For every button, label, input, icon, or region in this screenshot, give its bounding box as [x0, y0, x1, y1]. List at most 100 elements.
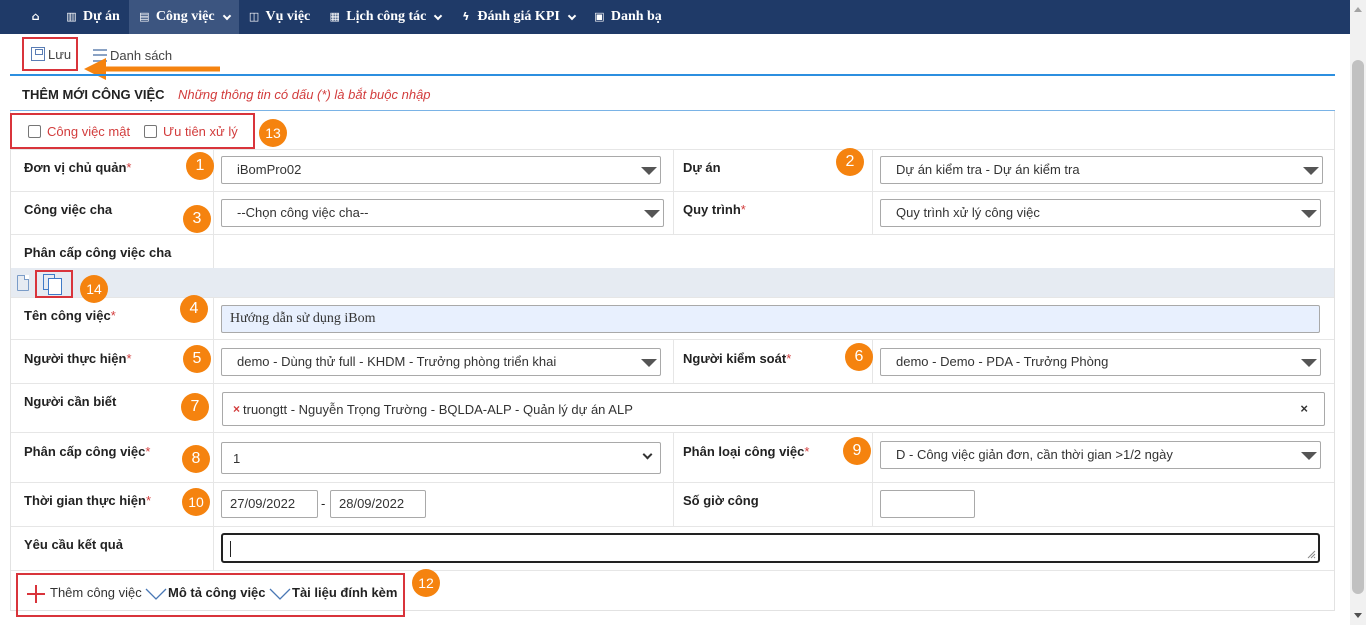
parent-task-value: --Chọn công việc cha--: [237, 205, 369, 220]
annotation-badge: 10: [182, 488, 210, 516]
task-level-label: Phân cấp công việc*: [24, 444, 151, 459]
dropdown-arrow-icon: [1303, 167, 1319, 175]
resize-grip-icon[interactable]: [1306, 549, 1316, 559]
unit-value: iBomPro02: [237, 162, 302, 177]
clipboard-icon: ▤: [139, 10, 150, 23]
nav-schedule[interactable]: ▦ Lịch công tác: [319, 0, 450, 34]
process-select[interactable]: Quy trình xử lý công việc: [880, 199, 1321, 227]
nav-label: Dự án: [83, 9, 120, 24]
assignee-value: demo - Dùng thử full - KHDM - Trưởng phò…: [237, 354, 557, 369]
annotation-badge: 7: [181, 393, 209, 421]
start-date-input[interactable]: 27/09/2022: [221, 490, 318, 518]
nav-label: Vụ việc: [265, 9, 311, 24]
bolt-icon: ϟ: [462, 10, 470, 23]
annotation-badge: 9: [843, 437, 871, 465]
attachments-tab[interactable]: Tài liệu đính kèm: [292, 585, 397, 600]
checkbox-box[interactable]: [144, 125, 157, 138]
row-divider: [11, 383, 1334, 384]
task-type-select[interactable]: D - Công việc giản đơn, cần thời gian >1…: [880, 441, 1321, 469]
description-tab[interactable]: Mô tả công việc: [168, 585, 266, 600]
task-type-label: Phân loại công việc*: [683, 444, 810, 459]
col-divider: [872, 432, 873, 526]
annotation-badge: 3: [183, 205, 211, 233]
task-name-label: Tên công việc*: [24, 308, 116, 323]
home-icon: ⌂: [31, 10, 40, 23]
assignee-select[interactable]: demo - Dùng thử full - KHDM - Trưởng phò…: [221, 348, 661, 376]
parent-level-label: Phân cấp công việc cha: [24, 245, 172, 260]
nav-contacts[interactable]: ▣ Danh bạ: [584, 0, 671, 34]
checkbox-box[interactable]: [28, 125, 41, 138]
watchers-multiselect[interactable]: × truongtt - Nguyễn Trọng Trường - BQLDA…: [222, 392, 1325, 426]
annotation-badge: 8: [182, 445, 210, 473]
parent-task-select[interactable]: --Chọn công việc cha--: [221, 199, 664, 227]
scroll-down-icon[interactable]: [1354, 613, 1362, 618]
annotation-badge: 6: [845, 343, 873, 371]
controller-value: demo - Demo - PDA - Trưởng Phòng: [896, 354, 1109, 369]
annotation-badge: 4: [180, 295, 208, 323]
controller-select[interactable]: demo - Demo - PDA - Trưởng Phòng: [880, 348, 1321, 376]
hours-input[interactable]: [880, 490, 975, 518]
page-root: ⌂ ▥ Dự án ▤ Công việc ◫ Vụ việc ▦ Lịch công …: [0, 0, 1366, 625]
add-task-link[interactable]: Thêm công việc: [50, 585, 142, 600]
nav-home[interactable]: ⌂: [20, 0, 56, 34]
chart-icon: ▥: [66, 10, 77, 23]
save-button[interactable]: Lưu: [22, 37, 78, 71]
nav-label: Danh bạ: [610, 9, 662, 24]
vertical-scrollbar[interactable]: [1350, 0, 1366, 625]
date-separator: -: [321, 496, 326, 511]
required-note: Những thông tin có dấu (*) là bắt buộc n…: [178, 87, 431, 102]
unit-select[interactable]: iBomPro02: [221, 156, 661, 184]
annotation-badge: 12: [412, 569, 440, 597]
nav-tasks[interactable]: ▤ Công việc: [128, 0, 239, 34]
chevron-down-icon[interactable]: [145, 588, 167, 600]
result-textarea[interactable]: [221, 533, 1320, 563]
confidential-checkbox[interactable]: Công việc mật: [28, 124, 130, 139]
col-divider: [213, 297, 214, 570]
row-divider: [11, 234, 1334, 235]
chevron-down-icon[interactable]: [269, 588, 291, 600]
nav-projects[interactable]: ▥ Dự án: [56, 0, 129, 34]
col-divider: [673, 432, 674, 526]
form-title: THÊM MỚI CÔNG VIỆC: [22, 87, 165, 102]
plus-icon[interactable]: [27, 585, 45, 603]
time-label: Thời gian thực hiện*: [24, 493, 151, 508]
nav-kpi[interactable]: ϟ Đánh giá KPI: [450, 0, 583, 34]
annotation-badge: 5: [183, 345, 211, 373]
scroll-thumb[interactable]: [1352, 60, 1364, 594]
copy-icon[interactable]: [43, 274, 62, 295]
project-select[interactable]: Dự án kiểm tra - Dự án kiểm tra: [880, 156, 1323, 184]
priority-checkbox[interactable]: Ưu tiên xử lý: [144, 124, 238, 139]
dropdown-arrow-icon: [1301, 210, 1317, 218]
task-level-select[interactable]: 1: [221, 442, 661, 474]
contact-icon: ▣: [594, 10, 605, 23]
save-icon: [31, 47, 45, 61]
unit-label: Đơn vị chủ quản*: [24, 160, 132, 175]
task-type-value: D - Công việc giản đơn, cần thời gian >1…: [896, 447, 1173, 462]
col-divider: [673, 149, 674, 234]
row-divider: [11, 526, 1334, 527]
annotation-arrow: [84, 58, 220, 80]
row-divider: [11, 570, 1334, 571]
dropdown-arrow-icon: [1301, 452, 1317, 460]
project-value: Dự án kiểm tra - Dự án kiểm tra: [896, 162, 1080, 177]
priority-label: Ưu tiên xử lý: [163, 124, 238, 139]
calendar-icon: ▦: [329, 10, 340, 23]
dropdown-arrow-icon: [641, 167, 657, 175]
controller-label: Người kiểm soát*: [683, 351, 792, 366]
dropdown-arrow-icon: [1301, 359, 1317, 367]
nav-cases[interactable]: ◫ Vụ việc: [239, 0, 320, 34]
dropdown-arrow-icon: [641, 359, 657, 367]
remove-tag-icon[interactable]: ×: [233, 402, 240, 416]
new-document-icon[interactable]: [17, 275, 29, 291]
annotation-badge: 1: [186, 152, 214, 180]
col-divider: [673, 339, 674, 383]
chevron-down-icon: [567, 11, 577, 20]
result-label: Yêu cầu kết quả: [24, 537, 123, 552]
clear-all-icon[interactable]: ×: [1300, 401, 1308, 416]
end-date-input[interactable]: 28/09/2022: [330, 490, 426, 518]
chevron-down-icon: [434, 11, 443, 20]
task-name-input[interactable]: Hướng dẫn sử dụng iBom: [221, 305, 1320, 333]
scroll-up-icon[interactable]: [1354, 7, 1362, 12]
task-level-value: 1: [233, 451, 241, 466]
col-divider: [872, 149, 873, 234]
